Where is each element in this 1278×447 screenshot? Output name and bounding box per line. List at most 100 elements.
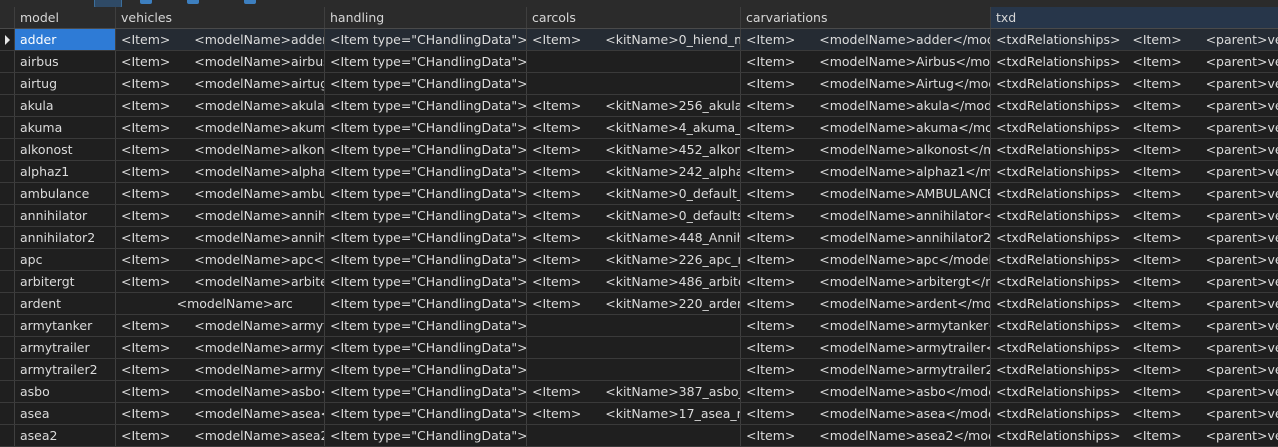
cell-txd[interactable]: <txdRelationships> <Item> <parent>vehicl xyxy=(991,183,1278,204)
cell-carvariations[interactable]: <Item> <modelName>alphaz1</mo xyxy=(741,161,991,182)
cell-txd[interactable]: <txdRelationships> <Item> <parent>vehsh xyxy=(991,161,1278,182)
cell-carcols[interactable] xyxy=(527,73,741,94)
row-header[interactable] xyxy=(0,73,15,94)
cell-carvariations[interactable]: <Item> <modelName>armytanker</ xyxy=(741,315,991,336)
row-header[interactable] xyxy=(0,293,15,314)
toolbar-icon[interactable] xyxy=(244,0,256,4)
cell-carvariations[interactable]: <Item> <modelName>asea2</mode xyxy=(741,425,991,446)
table-row[interactable]: armytanker <Item> <modelName>armyta <Item … xyxy=(0,315,1278,337)
cell-model[interactable]: ambulance xyxy=(15,183,116,204)
row-header[interactable] xyxy=(0,249,15,270)
cell-model[interactable]: akula xyxy=(15,95,116,116)
cell-carvariations[interactable]: <Item> <modelName>asea</modelI xyxy=(741,403,991,424)
row-header[interactable] xyxy=(0,95,15,116)
cell-carvariations[interactable]: <Item> <modelName>apc</modelN xyxy=(741,249,991,270)
cell-vehicles[interactable]: <Item> <modelName>arbiter xyxy=(116,271,325,292)
header-corner[interactable] xyxy=(0,7,15,28)
cell-txd[interactable]: <txdRelationships> <Item> <parent>vehsh xyxy=(991,73,1278,94)
cell-carvariations[interactable]: <Item> <modelName>asbo</model xyxy=(741,381,991,402)
row-header[interactable] xyxy=(0,51,15,72)
cell-handling[interactable]: <Item type="CHandlingData"> xyxy=(325,337,527,358)
cell-model[interactable]: airtug xyxy=(15,73,116,94)
cell-carvariations[interactable]: <Item> <modelName>ardent</mod xyxy=(741,293,991,314)
cell-vehicles[interactable]: <Item> <modelName>akuma xyxy=(116,117,325,138)
cell-handling[interactable]: <Item type="CHandlingData"> xyxy=(325,29,527,50)
cell-txd[interactable]: <txdRelationships> <Item> <parent>vehsh xyxy=(991,337,1278,358)
cell-carvariations[interactable]: <Item> <modelName>annihilator</r xyxy=(741,205,991,226)
cell-vehicles[interactable]: <Item> <modelName>airtug< xyxy=(116,73,325,94)
cell-model[interactable]: akuma xyxy=(15,117,116,138)
cell-carcols[interactable]: <Item> <kitName>387_asbo_m xyxy=(527,381,741,402)
cell-handling[interactable]: <Item type="CHandlingData"> xyxy=(325,315,527,336)
cell-txd[interactable]: <txdRelationships> <Item> <parent>vehicl xyxy=(991,29,1278,50)
cell-carcols[interactable] xyxy=(527,425,741,446)
cell-vehicles[interactable]: <Item> <modelName>asbo</ xyxy=(116,381,325,402)
cell-model[interactable]: ardent xyxy=(15,293,116,314)
cell-vehicles[interactable]: <Item> <modelName>akula< xyxy=(116,95,325,116)
cell-carcols[interactable]: <Item> <kitName>226_apc_mc xyxy=(527,249,741,270)
cell-carcols[interactable] xyxy=(527,359,741,380)
cell-vehicles[interactable]: <Item> <modelName>asea2< xyxy=(116,425,325,446)
table-row[interactable]: armytrailer2 <Item> <modelName>armytra <It… xyxy=(0,359,1278,381)
row-header[interactable] xyxy=(0,117,15,138)
cell-model[interactable]: adder xyxy=(15,29,116,50)
cell-model[interactable]: apc xyxy=(15,249,116,270)
cell-txd[interactable]: <txdRelationships> <Item> <parent>vehsh xyxy=(991,139,1278,160)
cell-model[interactable]: annihilator xyxy=(15,205,116,226)
cell-vehicles[interactable]: <Item> <modelName>apc</m xyxy=(116,249,325,270)
cell-txd[interactable]: <txdRelationships> <Item> <parent>vehsh xyxy=(991,205,1278,226)
table-row[interactable]: ambulance <Item> <modelName>ambula <Item t… xyxy=(0,183,1278,205)
toolbar-icon[interactable] xyxy=(140,0,152,4)
cell-vehicles[interactable]: <Item> <modelName>alkono xyxy=(116,139,325,160)
cell-carcols[interactable]: <Item> <kitName>220_ardent_ xyxy=(527,293,741,314)
cell-handling[interactable]: <Item type="CHandlingData"> xyxy=(325,73,527,94)
cell-carvariations[interactable]: <Item> <modelName>Airtug</mode xyxy=(741,73,991,94)
cell-vehicles[interactable]: <Item> <modelName>annihila xyxy=(116,227,325,248)
cell-carcols[interactable]: <Item> <kitName>0_hiend_mo xyxy=(527,29,741,50)
cell-carcols[interactable] xyxy=(527,51,741,72)
cell-txd[interactable]: <txdRelationships> <Item> <parent>vehsh xyxy=(991,249,1278,270)
cell-model[interactable]: arbitergt xyxy=(15,271,116,292)
cell-handling[interactable]: <Item type="CHandlingData"> xyxy=(325,183,527,204)
cell-handling[interactable]: <Item type="CHandlingData"> xyxy=(325,205,527,226)
cell-model[interactable]: annihilator2 xyxy=(15,227,116,248)
column-header-vehicles[interactable]: vehicles xyxy=(116,7,325,28)
table-row[interactable]: alphaz1 <Item> <modelName>alphaz <Item typ… xyxy=(0,161,1278,183)
cell-txd[interactable]: <txdRelationships> <Item> <parent>vehicl xyxy=(991,425,1278,446)
cell-carcols[interactable]: <Item> <kitName>4_akuma_mo xyxy=(527,117,741,138)
cell-carcols[interactable]: <Item> <kitName>452_alkonos xyxy=(527,139,741,160)
cell-handling[interactable]: <Item type="CHandlingData"> xyxy=(325,95,527,116)
cell-model[interactable]: alkonost xyxy=(15,139,116,160)
cell-model[interactable]: alphaz1 xyxy=(15,161,116,182)
cell-handling[interactable]: <Item type="CHandlingData"> xyxy=(325,139,527,160)
cell-txd[interactable]: <txdRelationships> <Item> <parent>vehsh xyxy=(991,315,1278,336)
table-row[interactable]: ardent <modelName>arc <Item type="CHandli… xyxy=(0,293,1278,315)
row-header[interactable] xyxy=(0,315,15,336)
row-header[interactable] xyxy=(0,359,15,380)
cell-handling[interactable]: <Item type="CHandlingData"> xyxy=(325,403,527,424)
cell-txd[interactable]: <txdRelationships> <Item> <parent>vehicl xyxy=(991,381,1278,402)
cell-handling[interactable]: <Item type="CHandlingData"> xyxy=(325,249,527,270)
table-row[interactable]: akuma <Item> <modelName>akuma <Item type="… xyxy=(0,117,1278,139)
table-row[interactable]: annihilator <Item> <modelName>annihila <It… xyxy=(0,205,1278,227)
cell-carcols[interactable]: <Item> <kitName>256_akula_m xyxy=(527,95,741,116)
cell-carcols[interactable]: <Item> <kitName>242_alphaz1 xyxy=(527,161,741,182)
table-row[interactable]: apc <Item> <modelName>apc</m <Item type="C… xyxy=(0,249,1278,271)
cell-vehicles[interactable]: <Item> <modelName>alphaz xyxy=(116,161,325,182)
cell-vehicles[interactable]: <Item> <modelName>adder< xyxy=(116,29,325,50)
cell-vehicles[interactable]: <Item> <modelName>armytra xyxy=(116,337,325,358)
cell-handling[interactable]: <Item type="CHandlingData"> xyxy=(325,51,527,72)
cell-txd[interactable]: <txdRelationships> <Item> <parent>vehicl xyxy=(991,403,1278,424)
row-header[interactable] xyxy=(0,381,15,402)
table-row[interactable]: asbo <Item> <modelName>asbo</<Item type="… xyxy=(0,381,1278,403)
cell-vehicles[interactable]: <Item> <modelName>annihila xyxy=(116,205,325,226)
column-header-handling[interactable]: handling xyxy=(325,7,527,28)
cell-vehicles[interactable]: <modelName>arc xyxy=(116,293,325,314)
data-grid[interactable]: model vehicles handling carcols carvaria… xyxy=(0,7,1278,447)
cell-carcols[interactable] xyxy=(527,337,741,358)
table-row[interactable]: arbitergt <Item> <modelName>arbiter <Item … xyxy=(0,271,1278,293)
cell-carcols[interactable]: <Item> <kitName>486_arbiterg xyxy=(527,271,741,292)
cell-carvariations[interactable]: <Item> <modelName>akuma</mod xyxy=(741,117,991,138)
cell-handling[interactable]: <Item type="CHandlingData"> xyxy=(325,293,527,314)
table-row[interactable]: adder <Item> <modelName>adder< <Item type=… xyxy=(0,29,1278,51)
